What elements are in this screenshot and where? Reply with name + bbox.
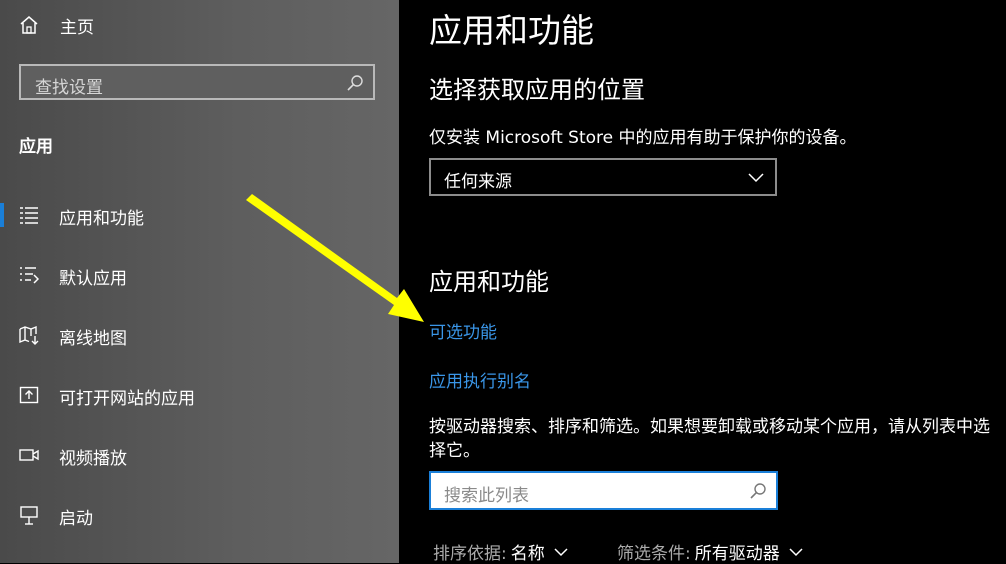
- sidebar-item-label: 应用和功能: [59, 209, 144, 229]
- choose-location-description: 仅安装 Microsoft Store 中的应用有助于保护你的设备。: [429, 128, 857, 148]
- search-icon[interactable]: [346, 74, 364, 92]
- home-label: 主页: [60, 17, 94, 38]
- page-title: 应用和功能: [429, 11, 594, 50]
- sort-by-dropdown[interactable]: 排序依据: 名称: [433, 539, 569, 564]
- section-title-apps: 应用: [19, 137, 53, 157]
- settings-search-box[interactable]: 查找设置: [19, 64, 375, 100]
- default-apps-icon: [20, 267, 39, 284]
- offline-maps-icon: [19, 325, 39, 345]
- sidebar-item-apps-features[interactable]: 应用和功能: [0, 195, 399, 235]
- settings-search-placeholder: 查找设置: [35, 78, 103, 98]
- sidebar-item-apps-for-websites[interactable]: 可打开网站的应用: [0, 375, 399, 415]
- chevron-down-icon: [554, 547, 568, 556]
- video-playback-icon: [19, 449, 39, 461]
- home-nav-item[interactable]: 主页: [19, 12, 94, 38]
- filter-by-value: 所有驱动器: [694, 544, 780, 564]
- apps-features-icon: [20, 207, 38, 224]
- sidebar-item-startup[interactable]: 启动: [0, 495, 399, 535]
- sort-by-label: 排序依据:: [433, 544, 507, 564]
- chevron-down-icon: [748, 173, 764, 183]
- sidebar: 主页 查找设置 应用 应用和功能 默认应用 离线地图 可打开网站的应用 视频播放…: [0, 0, 399, 563]
- list-description: 按驱动器搜索、排序和筛选。如果想要卸载或移动某个应用，请从列表中选择它。: [429, 417, 990, 461]
- app-execution-alias-link[interactable]: 应用执行别名: [429, 367, 531, 392]
- active-indicator: [0, 203, 4, 227]
- apps-features-heading: 应用和功能: [429, 268, 549, 296]
- optional-features-link[interactable]: 可选功能: [429, 318, 497, 343]
- filter-by-dropdown[interactable]: 筛选条件: 所有驱动器: [617, 539, 804, 564]
- app-list-search-input[interactable]: 搜索此列表: [429, 471, 778, 510]
- sidebar-item-label: 启动: [59, 509, 93, 529]
- choose-location-heading: 选择获取应用的位置: [429, 76, 645, 104]
- chevron-down-icon: [789, 547, 803, 556]
- home-icon: [20, 16, 38, 34]
- sidebar-item-default-apps[interactable]: 默认应用: [0, 255, 399, 295]
- app-source-value: 任何来源: [444, 172, 512, 192]
- app-source-dropdown[interactable]: 任何来源: [429, 158, 777, 196]
- apps-for-websites-icon: [19, 386, 39, 404]
- sort-by-value: 名称: [510, 544, 545, 564]
- search-icon[interactable]: [749, 482, 767, 500]
- filter-by-label: 筛选条件:: [617, 544, 691, 564]
- sidebar-item-label: 离线地图: [59, 329, 127, 349]
- startup-icon: [20, 506, 38, 525]
- app-list-search-placeholder: 搜索此列表: [444, 486, 529, 506]
- sidebar-item-label: 默认应用: [59, 269, 127, 289]
- sidebar-item-label: 可打开网站的应用: [59, 389, 195, 409]
- sidebar-item-label: 视频播放: [59, 449, 127, 469]
- sidebar-item-video-playback[interactable]: 视频播放: [0, 435, 399, 475]
- main-content: 应用和功能 选择获取应用的位置 仅安装 Microsoft Store 中的应用…: [399, 0, 1006, 564]
- sidebar-item-offline-maps[interactable]: 离线地图: [0, 315, 399, 355]
